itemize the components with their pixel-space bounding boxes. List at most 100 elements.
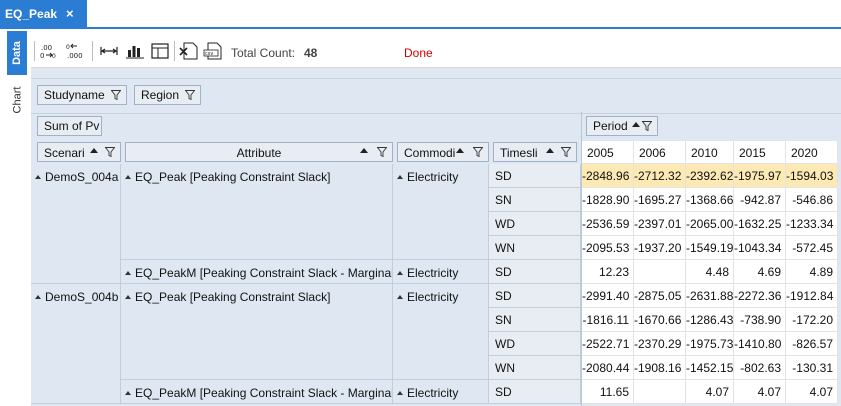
data-cell[interactable]: -2370.29 bbox=[634, 332, 686, 356]
collapse-caret-icon[interactable] bbox=[125, 391, 131, 395]
data-cell[interactable]: -2631.88 bbox=[686, 284, 734, 308]
data-cell[interactable]: -1368.66 bbox=[686, 188, 734, 212]
data-cell[interactable]: -1594.03 bbox=[786, 164, 838, 188]
timeslice-cell[interactable]: SD bbox=[489, 260, 581, 284]
column-header-year[interactable]: 2010 bbox=[686, 141, 734, 164]
timeslice-cell[interactable]: WN bbox=[489, 356, 581, 380]
timeslice-cell[interactable]: SN bbox=[489, 308, 581, 332]
data-cell[interactable]: 4.69 bbox=[734, 260, 786, 284]
column-header-year[interactable]: 2020 bbox=[786, 141, 838, 164]
timeslice-cell[interactable]: SD bbox=[489, 284, 581, 308]
data-cell[interactable]: 4.89 bbox=[786, 260, 838, 284]
data-cell[interactable]: -546.86 bbox=[786, 188, 838, 212]
data-cell[interactable]: -2991.40 bbox=[582, 284, 634, 308]
data-cell[interactable]: -2522.71 bbox=[582, 332, 634, 356]
row-group-attribute[interactable]: EQ_PeakM [Peaking Constraint Slack - Mar… bbox=[121, 260, 393, 284]
data-cell[interactable]: -2875.05 bbox=[634, 284, 686, 308]
data-cell[interactable]: -2712.32 bbox=[634, 164, 686, 188]
data-cell[interactable]: 4.48 bbox=[686, 260, 734, 284]
data-cell[interactable]: -1043.34 bbox=[734, 236, 786, 260]
data-cell[interactable]: -1233.34 bbox=[786, 212, 838, 236]
row-group-attribute[interactable]: EQ_PeakM [Peaking Constraint Slack - Mar… bbox=[121, 380, 393, 404]
column-width-icon[interactable] bbox=[99, 42, 119, 60]
status-text: Done bbox=[404, 46, 433, 60]
collapse-caret-icon[interactable] bbox=[35, 295, 41, 299]
decimal-increase-icon[interactable]: .00 0 0 bbox=[40, 42, 60, 60]
data-cell[interactable]: -1632.25 bbox=[734, 212, 786, 236]
row-group-commodity[interactable]: Electricity bbox=[393, 164, 489, 260]
timeslice-cell[interactable]: WD bbox=[489, 212, 581, 236]
data-cell[interactable]: -1452.15 bbox=[686, 356, 734, 380]
row-group-attribute[interactable]: EQ_Peak [Peaking Constraint Slack] bbox=[121, 284, 393, 380]
collapse-caret-icon[interactable] bbox=[397, 175, 403, 179]
timeslice-cell[interactable]: WD bbox=[489, 332, 581, 356]
bar-chart-icon[interactable] bbox=[125, 42, 145, 60]
data-cell[interactable]: -1908.16 bbox=[634, 356, 686, 380]
pivot-body: 2005 2006 2010 2015 2020 DemoS_004a EQ_Peak [P… bbox=[31, 68, 841, 406]
data-cell[interactable]: -1695.27 bbox=[634, 188, 686, 212]
column-header-year[interactable]: 2015 bbox=[734, 141, 786, 164]
timeslice-cell[interactable]: SN bbox=[489, 188, 581, 212]
data-cell[interactable]: -1549.19 bbox=[686, 236, 734, 260]
data-cell[interactable] bbox=[634, 380, 686, 404]
close-icon[interactable]: × bbox=[66, 6, 74, 21]
data-cell[interactable]: -2065.00 bbox=[686, 212, 734, 236]
data-cell[interactable]: 12.23 bbox=[582, 260, 634, 284]
tab-chart[interactable]: Chart bbox=[7, 77, 27, 123]
data-cell[interactable]: -738.90 bbox=[734, 308, 786, 332]
data-cell[interactable]: 4.07 bbox=[734, 380, 786, 404]
commodity-label: Electricity bbox=[407, 290, 459, 304]
data-cell[interactable]: -2392.62 bbox=[686, 164, 734, 188]
data-cell[interactable]: 4.07 bbox=[686, 380, 734, 404]
collapse-caret-icon[interactable] bbox=[125, 271, 131, 275]
data-cell[interactable]: 4.07 bbox=[786, 380, 838, 404]
data-cell[interactable]: -2848.96 bbox=[582, 164, 634, 188]
timeslice-cell[interactable]: SD bbox=[489, 380, 581, 404]
data-cell[interactable]: -2080.44 bbox=[582, 356, 634, 380]
data-cell[interactable]: -1975.97 bbox=[734, 164, 786, 188]
data-cell[interactable]: -130.31 bbox=[786, 356, 838, 380]
data-cell[interactable]: -1816.11 bbox=[582, 308, 634, 332]
data-cell[interactable]: -2095.53 bbox=[582, 236, 634, 260]
row-group-attribute[interactable]: EQ_Peak [Peaking Constraint Slack] bbox=[121, 164, 393, 260]
data-cell[interactable]: -2272.36 bbox=[734, 284, 786, 308]
document-tab[interactable]: EQ_Peak × bbox=[0, 0, 87, 27]
timeslice-cell[interactable]: SD bbox=[489, 164, 581, 188]
row-group-commodity[interactable]: Electricity bbox=[393, 260, 489, 284]
row-group-commodity[interactable]: Electricity bbox=[393, 380, 489, 404]
data-cell[interactable]: -172.20 bbox=[786, 308, 838, 332]
data-cell[interactable]: -942.87 bbox=[734, 188, 786, 212]
data-cell[interactable]: -826.57 bbox=[786, 332, 838, 356]
collapse-caret-icon[interactable] bbox=[125, 295, 131, 299]
data-cell[interactable]: -2397.01 bbox=[634, 212, 686, 236]
data-cell[interactable]: -1286.43 bbox=[686, 308, 734, 332]
row-group-commodity[interactable]: Electricity bbox=[393, 284, 489, 380]
commodity-label: Electricity bbox=[407, 266, 459, 280]
excel-export-icon[interactable] bbox=[179, 42, 199, 60]
collapse-caret-icon[interactable] bbox=[397, 271, 403, 275]
decimal-decrease-icon[interactable]: 0 .000 bbox=[66, 42, 86, 60]
data-cell[interactable] bbox=[634, 260, 686, 284]
collapse-caret-icon[interactable] bbox=[35, 175, 41, 179]
data-cell[interactable]: -1410.80 bbox=[734, 332, 786, 356]
data-cell[interactable]: -572.45 bbox=[786, 236, 838, 260]
data-cell[interactable]: -1937.20 bbox=[634, 236, 686, 260]
data-cell[interactable]: -1670.66 bbox=[634, 308, 686, 332]
row-group-scenario[interactable]: DemoS_004a bbox=[31, 164, 121, 284]
data-cell[interactable]: -1828.90 bbox=[582, 188, 634, 212]
data-cell[interactable]: -2536.59 bbox=[582, 212, 634, 236]
csv-export-icon[interactable]: csv bbox=[203, 42, 223, 60]
row-group-scenario[interactable]: DemoS_004b bbox=[31, 284, 121, 404]
data-cell[interactable]: -802.63 bbox=[734, 356, 786, 380]
data-cell[interactable]: -1975.73 bbox=[686, 332, 734, 356]
data-cell[interactable]: -1912.84 bbox=[786, 284, 838, 308]
table-layout-icon[interactable] bbox=[150, 42, 170, 60]
collapse-caret-icon[interactable] bbox=[397, 391, 403, 395]
collapse-caret-icon[interactable] bbox=[397, 295, 403, 299]
column-header-year[interactable]: 2005 bbox=[582, 141, 634, 164]
data-cell[interactable]: 11.65 bbox=[582, 380, 634, 404]
collapse-caret-icon[interactable] bbox=[125, 175, 131, 179]
column-header-year[interactable]: 2006 bbox=[634, 141, 686, 164]
timeslice-cell[interactable]: WN bbox=[489, 236, 581, 260]
tab-data[interactable]: Data bbox=[7, 31, 27, 75]
